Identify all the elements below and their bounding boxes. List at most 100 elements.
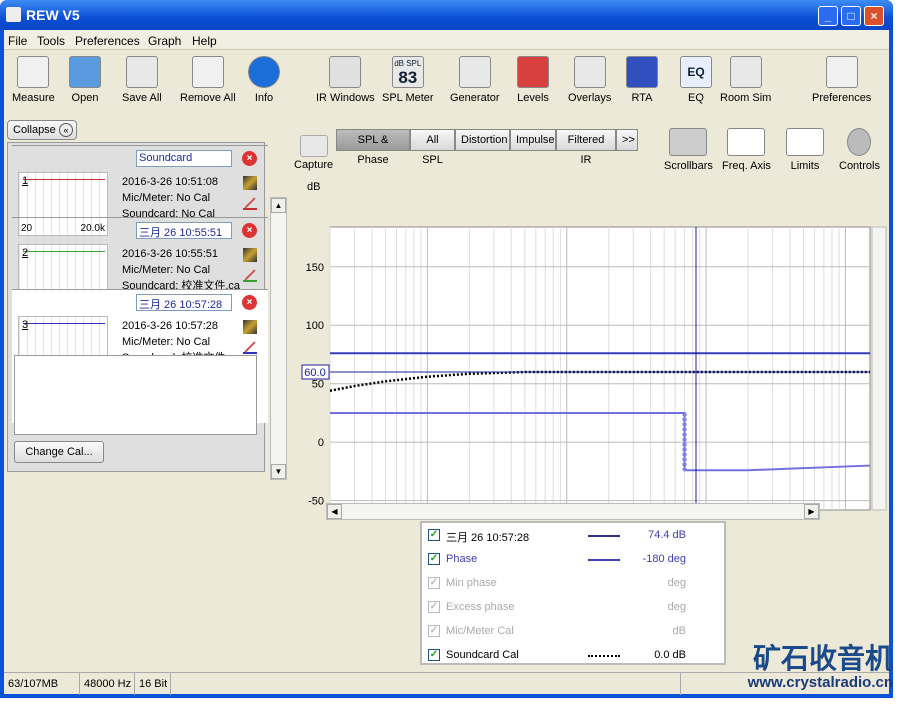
icon-text: EQ: [687, 65, 705, 79]
button-label: Limits: [790, 160, 820, 172]
menu-tools[interactable]: Tools: [37, 34, 65, 48]
trace-color-icon[interactable]: [243, 340, 257, 354]
measurement-date: 2016-3-26 10:55:51: [122, 248, 219, 260]
measure-icon: [17, 56, 50, 88]
ir-windows-button[interactable]: IR Windows: [316, 56, 375, 104]
toolbar-label: Info: [254, 92, 274, 104]
limits-icon: [786, 128, 824, 156]
graph-vertical-scrollbar[interactable]: [871, 226, 887, 511]
legend-swatch: [588, 655, 620, 657]
legend-checkbox[interactable]: ✓: [428, 649, 440, 661]
minimize-button[interactable]: _: [818, 6, 838, 26]
tab--[interactable]: >>: [616, 129, 638, 151]
measurement-name-field[interactable]: 三月 26 10:57:28: [136, 294, 232, 311]
panel-vertical-scrollbar[interactable]: ▲ ▼: [270, 197, 287, 480]
legend-row: ✓ 三月 26 10:57:28 74.4 dB: [428, 527, 718, 545]
capture-button[interactable]: Capture: [294, 135, 333, 171]
java-icon: [6, 7, 21, 22]
menu-help[interactable]: Help: [192, 34, 217, 48]
watermark: 矿石收音机 www.crystalradio.cn: [748, 643, 893, 692]
y-tick-label: 150: [306, 262, 324, 274]
legend-label: Excess phase: [446, 601, 515, 613]
y-tick-label: 100: [306, 320, 324, 332]
watermark-text: 矿石收音机: [752, 643, 893, 674]
eq-icon: EQ: [680, 56, 712, 88]
legend-row: ✓ Excess phase deg: [428, 599, 718, 617]
legend-value: dB: [672, 625, 686, 637]
edit-info-icon[interactable]: [243, 248, 257, 262]
generator-button[interactable]: Generator: [450, 56, 500, 104]
open-button[interactable]: Open: [69, 56, 101, 104]
legend-value: deg: [667, 577, 686, 589]
legend-checkbox[interactable]: ✓: [428, 529, 440, 541]
limits-button[interactable]: Limits: [786, 128, 824, 172]
remove-measurement-icon[interactable]: ×: [242, 295, 257, 310]
y-tick-label: 50: [312, 379, 324, 391]
spl-phase-graph[interactable]: 150100500-5023456810203050701002004007k2…: [290, 190, 890, 520]
notes-area[interactable]: [14, 355, 257, 435]
rta-button[interactable]: RTA: [626, 56, 658, 104]
remove-measurement-icon[interactable]: ×: [242, 151, 257, 166]
cursor-y-label: 60.0: [304, 367, 325, 379]
preferences-button[interactable]: Preferences: [812, 56, 871, 104]
remove-all-button[interactable]: Remove All: [180, 56, 236, 104]
spl-meter-button[interactable]: dB SPL 83 SPL Meter: [382, 56, 434, 104]
toolbar-label: SPL Meter: [382, 92, 434, 104]
scroll-up-arrow[interactable]: ▲: [271, 198, 286, 213]
change-cal-button[interactable]: Change Cal...: [14, 441, 104, 463]
mic-cal-info: Mic/Meter: No Cal: [122, 336, 211, 348]
info-button[interactable]: Info: [248, 56, 280, 104]
measurement-item[interactable]: 三月 26 10:55:51 × 2 20 20.0k 2016-3-26 10…: [12, 217, 268, 308]
legend-checkbox[interactable]: ✓: [428, 553, 440, 565]
levels-button[interactable]: Levels: [517, 56, 549, 104]
legend-checkbox: ✓: [428, 577, 440, 589]
button-label: Scrollbars: [664, 160, 713, 172]
scroll-right-arrow[interactable]: ▶: [804, 504, 819, 519]
measurement-number: 3: [22, 319, 29, 331]
legend-label: 三月 26 10:57:28: [446, 532, 530, 544]
freq-axis-button[interactable]: Freq. Axis: [722, 128, 771, 172]
menu-preferences[interactable]: Preferences: [75, 34, 140, 48]
maximize-button[interactable]: □: [841, 6, 861, 26]
save-all-button[interactable]: Save All: [122, 56, 162, 104]
trace-color-icon[interactable]: [243, 268, 257, 282]
tab-all-spl[interactable]: All SPL: [410, 129, 455, 166]
edit-info-icon[interactable]: [243, 176, 257, 190]
thumbnail-trace: [23, 179, 105, 180]
collapse-button[interactable]: Collapse «: [7, 120, 77, 140]
edit-info-icon[interactable]: [243, 320, 257, 334]
remove-measurement-icon[interactable]: ×: [242, 223, 257, 238]
thumbnail-trace: [23, 251, 105, 252]
menu-file[interactable]: File: [8, 34, 27, 48]
menu-graph[interactable]: Graph: [148, 34, 181, 48]
scrollbars-button[interactable]: Scrollbars: [664, 128, 713, 172]
controls-button[interactable]: Controls: [839, 128, 880, 172]
sample-rate-status: 48000 Hz: [80, 673, 135, 695]
scroll-down-arrow[interactable]: ▼: [271, 464, 286, 479]
eq-button[interactable]: EQ EQ: [680, 56, 712, 104]
icon-text: 83: [398, 68, 418, 87]
room-sim-button[interactable]: Room Sim: [720, 56, 771, 104]
measure-button[interactable]: Measure: [12, 56, 55, 104]
measurement-name-field[interactable]: 三月 26 10:55:51: [136, 222, 232, 239]
measurement-item[interactable]: Soundcard × 1 20 20.0k 2016-3-26 10:51:0…: [12, 145, 268, 236]
generator-icon: [458, 56, 491, 88]
scroll-left-arrow[interactable]: ◀: [327, 504, 342, 519]
window-title: REW V5: [26, 7, 80, 23]
measurement-name-field[interactable]: Soundcard: [136, 150, 232, 167]
measurement-date: 2016-3-26 10:57:28: [122, 320, 219, 332]
close-button[interactable]: ×: [864, 6, 884, 26]
toolbar-label: EQ: [688, 92, 704, 104]
x-tick-label: 10k: [837, 519, 855, 520]
overlays-button[interactable]: Overlays: [568, 56, 611, 104]
tab-distortion[interactable]: Distortion: [455, 129, 510, 151]
legend-row: ✓ Min phase deg: [428, 575, 718, 593]
graph-horizontal-scrollbar[interactable]: ◀ ▶: [326, 503, 820, 520]
tab-impulse[interactable]: Impulse: [510, 129, 556, 151]
tab-spl-phase[interactable]: SPL & Phase: [336, 129, 410, 166]
tab-filtered-ir[interactable]: Filtered IR: [556, 129, 616, 166]
legend-value: -180 deg: [642, 553, 686, 565]
overlays-icon: [573, 56, 606, 88]
y-tick-label: -50: [308, 496, 324, 508]
trace-color-icon[interactable]: [243, 196, 257, 210]
